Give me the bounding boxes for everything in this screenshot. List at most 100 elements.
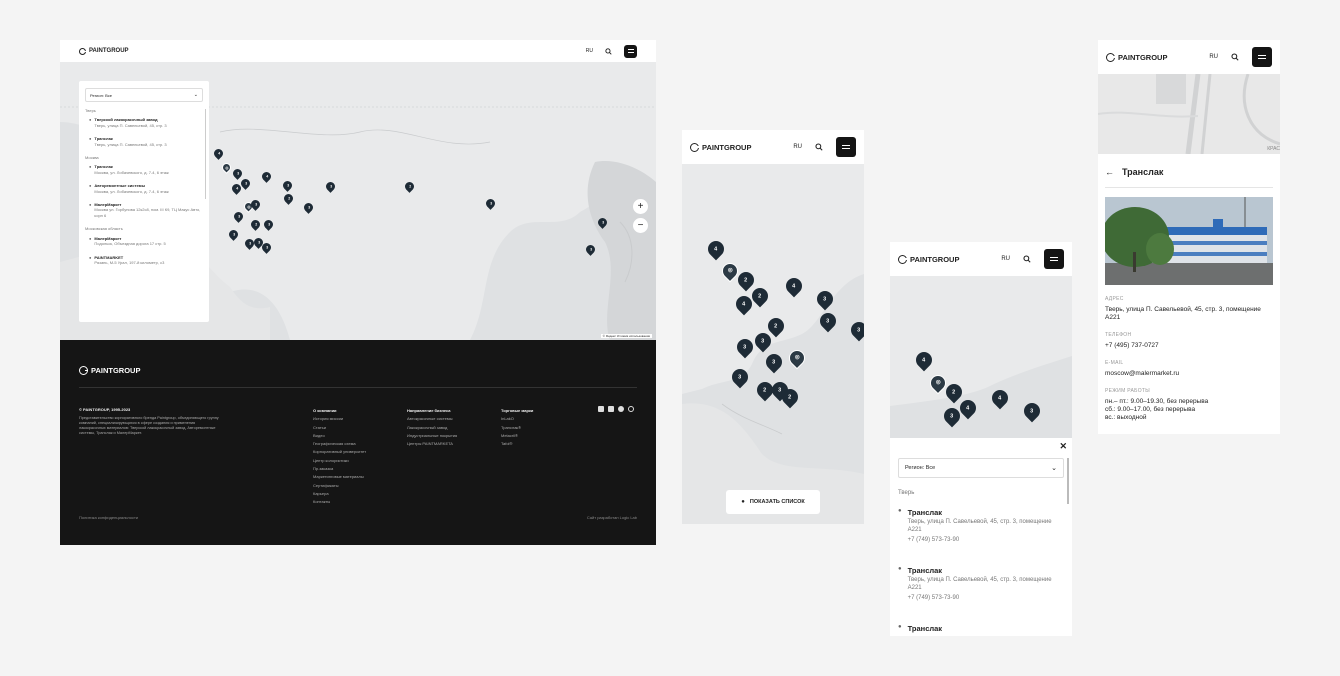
building-photo <box>1105 197 1273 285</box>
back-arrow-icon[interactable]: ← <box>1105 167 1114 177</box>
mobile-header: PAINTGROUP RU <box>682 130 864 164</box>
location-icon: ● <box>741 499 745 505</box>
footer-link[interactable]: История миссии <box>313 415 366 423</box>
footer-link[interactable]: Маркетинговые материалы <box>313 473 366 481</box>
pin-count: 3 <box>857 327 861 333</box>
footer-link[interactable]: Лакокрасочный завод <box>407 424 457 432</box>
mobile-header: PAINTGROUP RU <box>1098 40 1280 74</box>
developer-link[interactable]: Сайт разработан Logic Lab <box>587 515 637 520</box>
pin-count: 3 <box>257 240 259 245</box>
whatsapp-icon[interactable] <box>628 406 634 412</box>
footer-logo[interactable]: PAINTGROUP <box>79 366 140 375</box>
map-list-panel: Регион: Все ⌄ Тверь ● Тверской лакокрасоч… <box>79 81 209 322</box>
footer-link[interactable]: Tafol® <box>501 440 533 448</box>
list-item[interactable]: ● МалерМаркет Подольск, Объездная дорога 1… <box>89 236 203 247</box>
footer-link[interactable]: Сертификаты <box>313 482 366 490</box>
logo[interactable]: PAINTGROUP <box>79 47 129 55</box>
footer-link[interactable]: Статьи <box>313 424 366 432</box>
privacy-link[interactable]: Политика конфиденциальности <box>79 515 138 520</box>
telegram-icon[interactable] <box>618 406 624 412</box>
pin-count: 3 <box>1030 408 1034 414</box>
logo-icon <box>1106 52 1115 62</box>
footer-link[interactable]: Metacril® <box>501 432 533 440</box>
footer-link[interactable]: Видео <box>313 432 366 440</box>
map-attribution[interactable]: © Яндекс Условия использования <box>600 334 652 338</box>
desktop-store-list: Тверь ● Тверской лакокрасочный завод Тверь… <box>79 102 209 265</box>
map-view[interactable]: 4 ◎ 3 3 4 4 3 3 2 3 2 3 ◎ 3 3 2 3 3 3 3 3 3 3 Регион: Все ⌄ Тв… <box>60 62 656 340</box>
footer-col-brands: Торговые марки InLakO Транслак® Metacril… <box>501 407 533 448</box>
menu-button[interactable] <box>836 137 856 157</box>
location-icon: ● <box>898 624 902 630</box>
search-icon[interactable] <box>605 47 612 55</box>
footer-link[interactable]: Географическая схема <box>313 440 366 448</box>
pin-count: 4 <box>792 283 796 289</box>
language-switch[interactable]: RU <box>586 48 593 54</box>
language-switch[interactable]: RU <box>1001 256 1010 262</box>
close-icon[interactable]: ✕ <box>1059 441 1067 452</box>
footer-link[interactable]: Карьера <box>313 490 366 498</box>
footer-about: Представительство корпоративного бренда … <box>79 416 219 435</box>
email-link[interactable]: moscow@malermarket.ru <box>1105 370 1273 378</box>
footer-link[interactable]: Пр.заказка <box>313 465 366 473</box>
pin-count: 3 <box>265 245 267 250</box>
list-item[interactable]: ● Транслак Тверь, улица П. Савельевой, 4… <box>898 566 1058 602</box>
map-view[interactable]: КРАС <box>1098 74 1280 154</box>
scrollbar[interactable] <box>204 109 206 199</box>
phone-label: ТЕЛЕФОН <box>1105 332 1132 338</box>
pin-count: 3 <box>307 205 309 210</box>
map-view[interactable]: 4 ◎ 2 4 4 3 3 <box>890 276 1072 438</box>
list-item[interactable]: ● Транслак Москва, ул. Лобачевского, д. 7-… <box>89 164 203 175</box>
list-item[interactable]: ● Транслак <box>898 624 1058 634</box>
location-icon: ● <box>898 566 902 572</box>
footer-link[interactable]: Центр колористики <box>313 457 366 465</box>
list-item[interactable]: ● Тверской лакокрасочный завод Тверь, улиц… <box>89 117 203 128</box>
pin-count: 3 <box>743 344 747 350</box>
menu-button[interactable] <box>1252 47 1272 67</box>
pin-count: ◎ <box>935 380 941 386</box>
pin-count: 2 <box>788 394 792 400</box>
search-icon[interactable] <box>1231 53 1239 61</box>
phone-link[interactable]: +7 (495) 737-0727 <box>1105 342 1273 350</box>
menu-button[interactable] <box>1044 249 1064 269</box>
footer-link[interactable]: Контакты <box>313 498 366 506</box>
footer-link[interactable]: InLakO <box>501 415 533 423</box>
map-background <box>682 164 864 524</box>
pin-count: 2 <box>254 222 256 227</box>
menu-button[interactable] <box>624 44 637 58</box>
search-icon[interactable] <box>1023 255 1031 263</box>
pin-count: ◎ <box>794 355 800 361</box>
footer-link[interactable]: Автокрасочные системы <box>407 415 457 423</box>
search-icon[interactable] <box>815 143 823 151</box>
mobile-map-frame: PAINTGROUP RU 4 ◎ 2 2 4 4 3 3 3 2 3 3 ◎ 3 3 2 3 2 ● ПОКАЗ… <box>682 130 864 524</box>
map-view[interactable]: 4 ◎ 2 2 4 4 3 3 3 2 3 3 ◎ 3 3 2 3 2 ● ПОКАЗАТЬ СПИСОК <box>682 164 864 524</box>
list-item[interactable]: ● Транслак Тверь, улица П. Савельевой, 45,… <box>89 136 203 147</box>
location-icon: ● <box>898 508 902 514</box>
footer-link[interactable]: Корпоративный университет <box>313 448 366 456</box>
footer-link[interactable]: Индустриальные покрытия <box>407 432 457 440</box>
region-select[interactable]: Регион: Все ⌄ <box>85 88 203 102</box>
list-item[interactable]: ● Авторемонтные системы Москва, ул. Лобаче… <box>89 183 203 194</box>
logo[interactable]: PAINTGROUP <box>1106 52 1167 62</box>
pin-count: 2 <box>287 196 289 201</box>
vk-icon[interactable] <box>598 406 604 412</box>
group-title: Тверь <box>898 490 915 496</box>
footer-link[interactable]: Центры PAINTMARKETA <box>407 440 457 448</box>
rutube-icon[interactable] <box>608 406 614 412</box>
zoom-out-button[interactable]: − <box>633 218 648 233</box>
footer-link[interactable]: Транслак® <box>501 424 533 432</box>
store-photo <box>1105 197 1273 285</box>
list-item[interactable]: ● МалерМаркет Москва ул. Горбунова 12к2с8,… <box>89 202 203 218</box>
logo[interactable]: PAINTGROUP <box>690 142 751 152</box>
language-switch[interactable]: RU <box>793 144 802 150</box>
list-item[interactable]: ● PAINTMARKET Рязань, М-5 Урал, 197-й кило… <box>89 255 203 266</box>
list-item[interactable]: ● Транслак Тверь, улица П. Савельевой, 4… <box>898 508 1058 544</box>
logo[interactable]: PAINTGROUP <box>898 254 959 264</box>
zoom-in-button[interactable]: + <box>633 199 648 214</box>
location-icon: ● <box>89 117 92 123</box>
scrollbar[interactable] <box>1067 458 1069 504</box>
show-list-button[interactable]: ● ПОКАЗАТЬ СПИСОК <box>726 490 820 514</box>
region-select[interactable]: Регион: Все ⌄ <box>898 458 1064 478</box>
pin-count: ◎ <box>246 204 250 209</box>
location-icon: ● <box>89 164 92 170</box>
language-switch[interactable]: RU <box>1209 54 1218 60</box>
